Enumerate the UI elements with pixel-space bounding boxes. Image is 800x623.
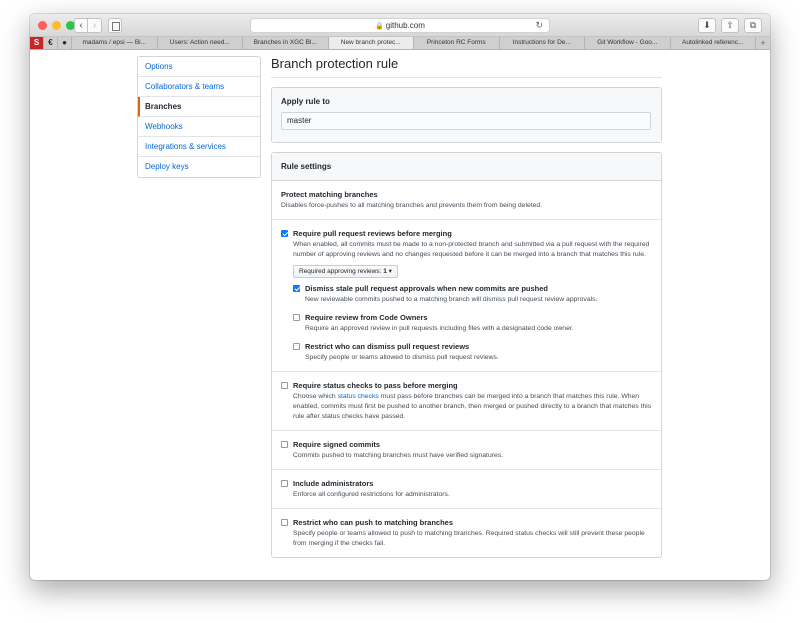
share-icon[interactable]: ⇧ (721, 18, 739, 33)
include-admins-option: Include administrators Enforce all confi… (281, 479, 652, 500)
toolbar-buttons: ⬇ ⇧ ⧉ (698, 18, 762, 33)
tab-8[interactable]: Autolinked referenc... (671, 37, 756, 49)
include-admins-desc: Enforce all configured restrictions for … (293, 491, 450, 498)
menu-item-webhooks[interactable]: Webhooks (138, 117, 260, 137)
tab-6[interactable]: Instructions for De... (500, 37, 585, 49)
apply-rule-header: Apply rule to master (272, 88, 661, 142)
require-reviews-desc: When enabled, all commits must be made t… (293, 241, 650, 258)
code-owners-title[interactable]: Require review from Code Owners (305, 313, 652, 323)
signed-commits-title[interactable]: Require signed commits (293, 440, 652, 450)
back-button[interactable]: ‹ (74, 18, 88, 33)
rule-settings-header: Rule settings (272, 153, 661, 181)
close-window-button[interactable] (38, 21, 47, 30)
minimize-window-button[interactable] (52, 21, 61, 30)
address-bar[interactable]: 🔒 github.com ↻ (250, 18, 550, 33)
browser-window: ‹ › 🔒 github.com ↻ ⬇ ⇧ ⧉ S € ● madams / e… (30, 14, 770, 580)
code-owners-checkbox[interactable] (293, 314, 300, 321)
code-owners-desc: Require an approved review in pull reque… (305, 325, 574, 332)
restrict-dismiss-checkbox[interactable] (293, 343, 300, 350)
restrict-dismiss-option: Restrict who can dismiss pull request re… (293, 342, 652, 363)
require-reviews-option: Require pull request reviews before merg… (281, 229, 652, 363)
signed-commits-desc: Commits pushed to matching branches must… (293, 452, 504, 459)
restrict-dismiss-desc: Specify people or teams allowed to dismi… (305, 354, 499, 361)
page-content: Options Collaborators & teams Branches W… (30, 51, 770, 580)
include-admins-row: Include administrators Enforce all confi… (272, 470, 661, 509)
menu-item-branches[interactable]: Branches (138, 97, 260, 117)
status-checks-link[interactable]: status checks (338, 393, 379, 400)
new-tab-button[interactable]: + (756, 37, 770, 49)
status-checks-desc-before: Choose which (293, 393, 338, 400)
history-buttons: ‹ › (74, 18, 102, 33)
reload-icon[interactable]: ↻ (535, 19, 543, 32)
tab-1[interactable]: madams / epsi — Bi... (72, 37, 158, 49)
reviews-row: Require pull request reviews before merg… (272, 220, 661, 372)
approving-reviews-value: 1 (383, 268, 387, 275)
apply-rule-box: Apply rule to master (271, 87, 662, 143)
menu-item-collaborators[interactable]: Collaborators & teams (138, 77, 260, 97)
approving-reviews-label: Required approving reviews: (299, 268, 382, 275)
restrict-push-checkbox[interactable] (281, 519, 288, 526)
chevron-down-icon: ▾ (388, 268, 392, 275)
status-checks-checkbox[interactable] (281, 382, 288, 389)
signed-commits-row: Require signed commits Commits pushed to… (272, 431, 661, 470)
restrict-push-option: Restrict who can push to matching branch… (281, 518, 652, 549)
approving-reviews-select[interactable]: Required approving reviews: 1 ▾ (293, 265, 398, 278)
require-reviews-title[interactable]: Require pull request reviews before merg… (293, 229, 652, 239)
window-controls (38, 21, 75, 30)
status-checks-desc: Choose which status checks must pass bef… (293, 392, 652, 422)
title-bar: ‹ › 🔒 github.com ↻ ⬇ ⇧ ⧉ (30, 14, 770, 37)
settings-menu: Options Collaborators & teams Branches W… (137, 56, 261, 178)
downloads-icon[interactable]: ⬇ (698, 18, 716, 33)
tab-bar: S € ● madams / epsi — Bi... Users: Actio… (30, 37, 770, 50)
require-reviews-checkbox[interactable] (281, 230, 288, 237)
pinned-tab-github[interactable]: ● (58, 37, 72, 49)
restrict-push-desc: Specify people or teams allowed to push … (293, 530, 645, 547)
sidebar-toggle-button[interactable] (108, 18, 122, 33)
apply-rule-label: Apply rule to (281, 97, 330, 106)
code-owners-option: Require review from Code Owners Require … (293, 313, 652, 334)
status-checks-title[interactable]: Require status checks to pass before mer… (293, 381, 652, 391)
tab-2[interactable]: Users: Action need... (158, 37, 243, 49)
protect-title: Protect matching branches (281, 190, 378, 199)
tab-4-active[interactable]: New branch protec... (328, 37, 414, 49)
signed-commits-option: Require signed commits Commits pushed to… (281, 440, 652, 461)
signed-commits-checkbox[interactable] (281, 441, 288, 448)
protect-row: Protect matching branches Disables force… (272, 181, 661, 220)
url-text: github.com (385, 21, 425, 30)
menu-item-options[interactable]: Options (138, 57, 260, 77)
menu-item-deploy-keys[interactable]: Deploy keys (138, 157, 260, 177)
page-title: Branch protection rule (271, 51, 662, 78)
dismiss-stale-title[interactable]: Dismiss stale pull request approvals whe… (305, 284, 652, 294)
status-checks-row: Require status checks to pass before mer… (272, 372, 661, 431)
tab-7[interactable]: Git Workflow - Goo... (585, 37, 671, 49)
status-checks-option: Require status checks to pass before mer… (281, 381, 652, 422)
protect-desc: Disables force-pushes to all matching br… (281, 202, 543, 209)
menu-item-integrations[interactable]: Integrations & services (138, 137, 260, 157)
lock-icon: 🔒 (375, 23, 384, 30)
dismiss-stale-option: Dismiss stale pull request approvals whe… (293, 284, 652, 305)
pinned-tab-s[interactable]: S (30, 37, 44, 49)
tab-3[interactable]: Branches in XGC Bl... (243, 37, 329, 49)
include-admins-checkbox[interactable] (281, 480, 288, 487)
restrict-push-title[interactable]: Restrict who can push to matching branch… (293, 518, 652, 528)
include-admins-title[interactable]: Include administrators (293, 479, 652, 489)
forward-button[interactable]: › (88, 18, 102, 33)
tabs-overview-icon[interactable]: ⧉ (744, 18, 762, 33)
restrict-dismiss-title[interactable]: Restrict who can dismiss pull request re… (305, 342, 652, 352)
pinned-tab-economist[interactable]: € (44, 37, 58, 49)
branch-pattern-input[interactable]: master (281, 112, 651, 130)
dismiss-stale-checkbox[interactable] (293, 285, 300, 292)
dismiss-stale-desc: New reviewable commits pushed to a match… (305, 296, 598, 303)
tab-5[interactable]: Princeton RC Forms (414, 37, 500, 49)
restrict-push-row: Restrict who can push to matching branch… (272, 509, 661, 557)
main-panel: Branch protection rule Apply rule to mas… (271, 51, 662, 558)
rule-settings-box: Rule settings Protect matching branches … (271, 152, 662, 558)
